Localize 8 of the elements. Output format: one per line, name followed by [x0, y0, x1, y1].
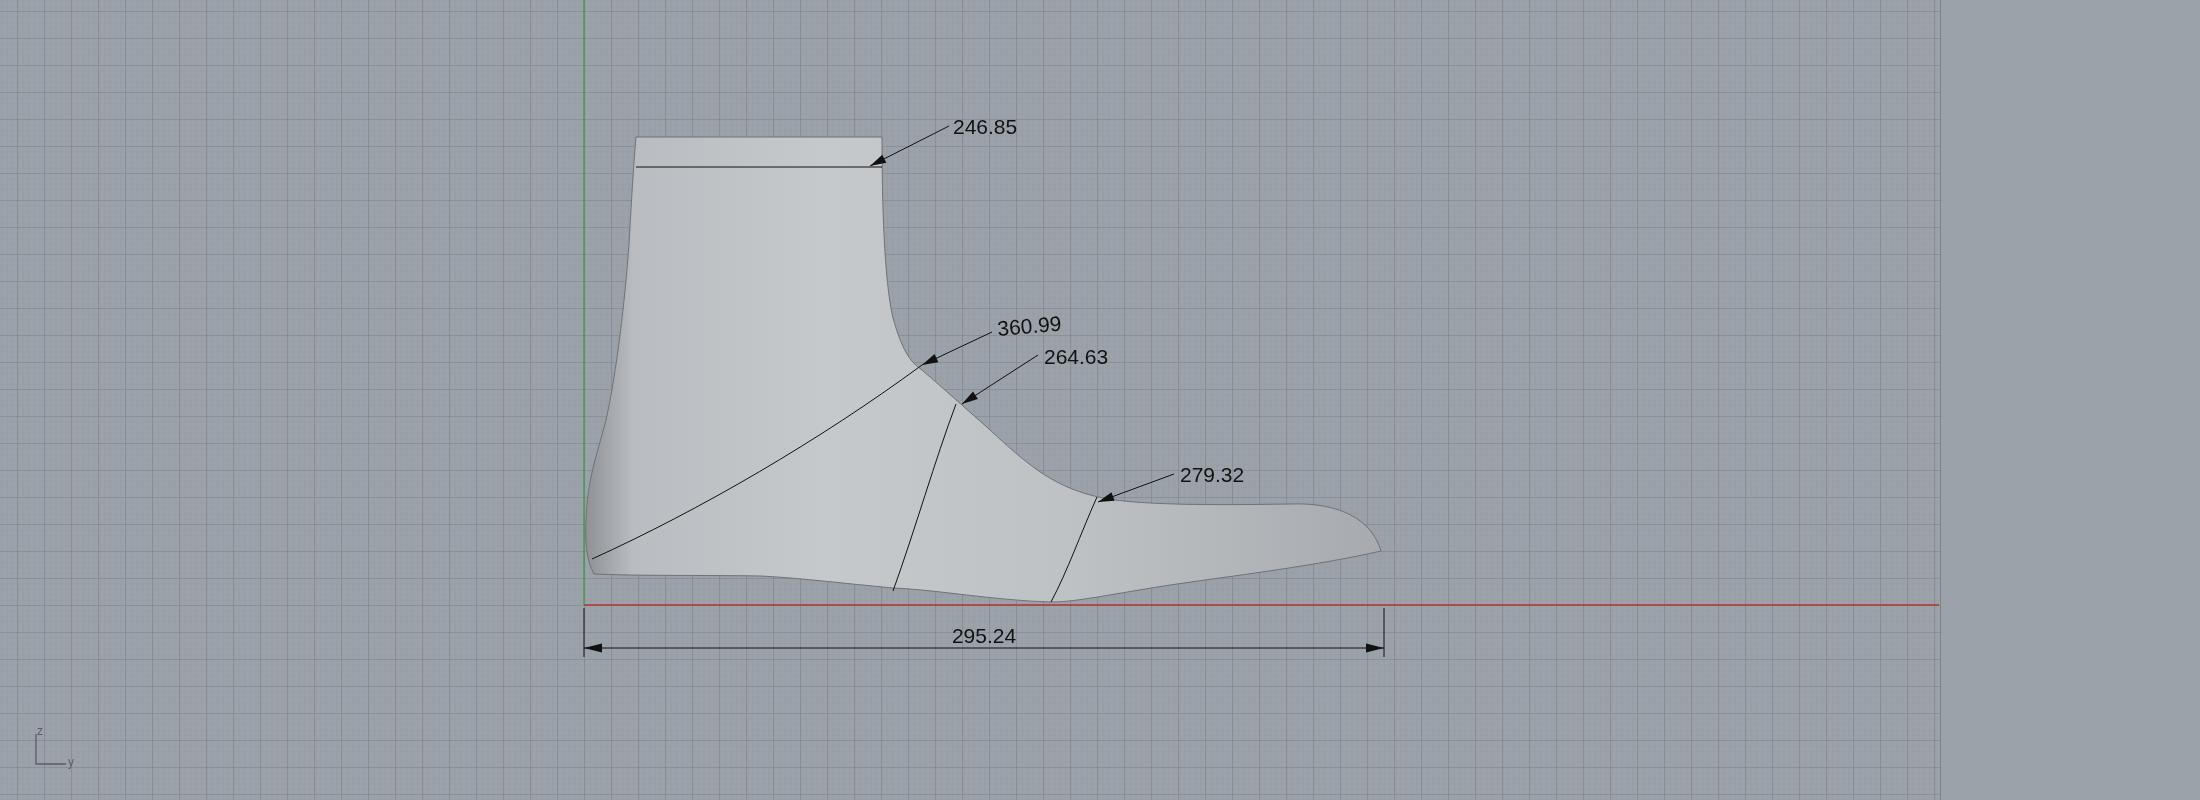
axis-icon: [35, 733, 67, 765]
dimension-label: 264.63: [1044, 345, 1109, 368]
axis-label: y: [68, 755, 74, 769]
dimension-label: 279.32: [1180, 463, 1245, 486]
dimension-label: 246.85: [953, 115, 1018, 138]
dimension-label: 360.99: [996, 311, 1063, 340]
axis-label: z: [37, 724, 43, 738]
dimension-label: 295.24: [951, 624, 1017, 647]
